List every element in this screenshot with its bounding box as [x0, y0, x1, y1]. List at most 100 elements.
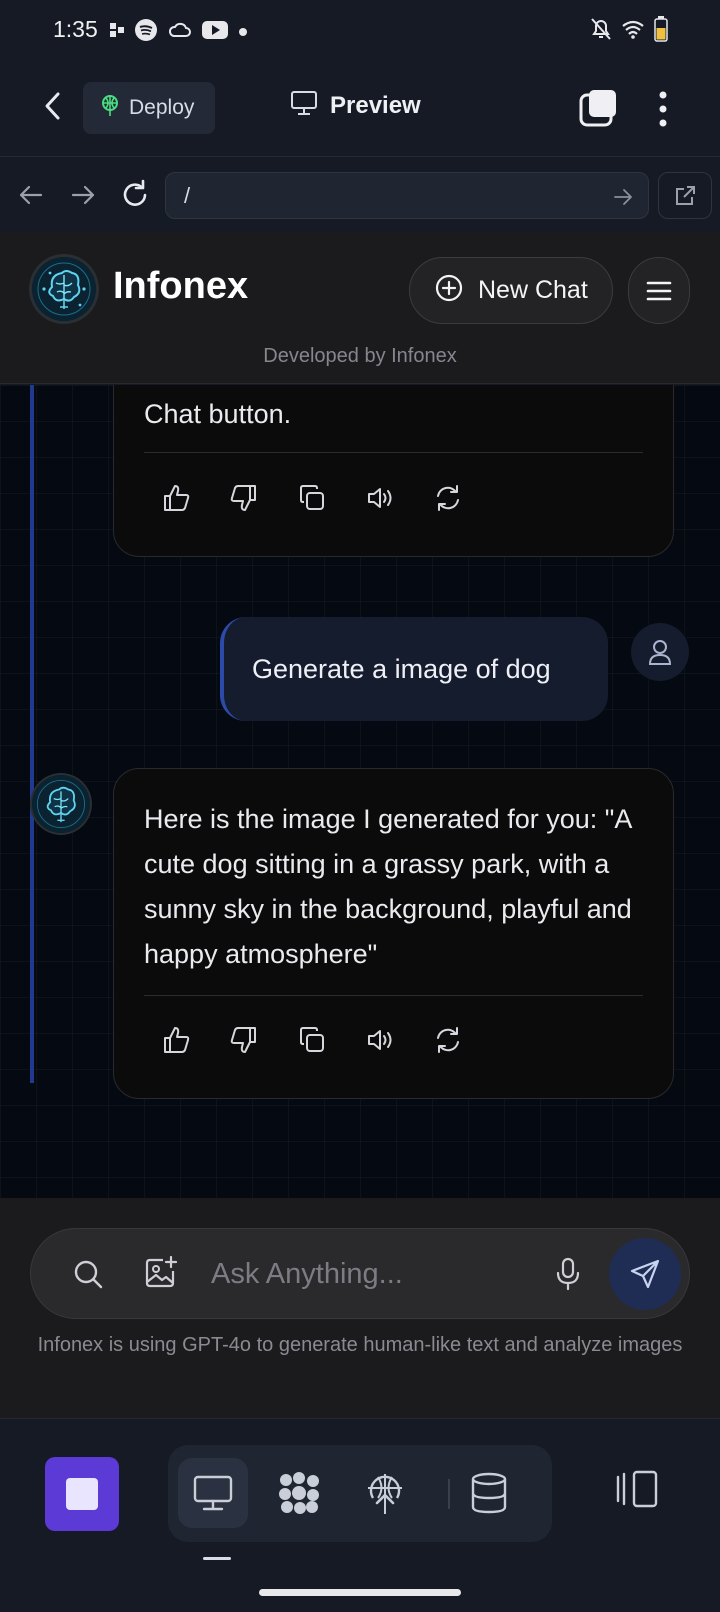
- arrow-right-icon: [614, 189, 632, 205]
- copy-icon: [300, 485, 324, 510]
- regenerate-button[interactable]: [430, 480, 466, 516]
- cloud-icon: [168, 21, 192, 44]
- dot-icon: [238, 24, 248, 42]
- deploy-button[interactable]: Deploy: [83, 82, 215, 134]
- bottom-toolbar: [0, 1418, 720, 1612]
- upload-image-button[interactable]: [143, 1255, 179, 1291]
- spotify-icon: [134, 18, 158, 47]
- agents-tool-button[interactable]: [264, 1458, 334, 1528]
- read-aloud-button[interactable]: [362, 480, 398, 516]
- network-blob-icon: [279, 1472, 319, 1514]
- copy-button[interactable]: [294, 480, 330, 516]
- chat-area[interactable]: Chat button. Generate a image of dog Her…: [0, 385, 720, 1198]
- external-link-icon: [676, 185, 695, 205]
- browser-bar: [0, 158, 720, 232]
- new-chat-label: New Chat: [478, 276, 588, 304]
- like-button[interactable]: [158, 480, 194, 516]
- prompt-input[interactable]: [211, 1251, 541, 1297]
- assistant-rail: [30, 385, 34, 1083]
- voice-input-button[interactable]: [551, 1256, 585, 1292]
- bell-off-icon: [590, 17, 612, 46]
- plus-circle-icon: [434, 273, 464, 308]
- app-header: Infonex New Chat Developed by Infonex: [0, 232, 720, 384]
- more-options-button[interactable]: [648, 90, 678, 128]
- open-external-button[interactable]: [658, 172, 712, 219]
- regenerate-button[interactable]: [430, 1022, 466, 1058]
- monitor-icon: [290, 90, 318, 121]
- wifi-icon: [621, 19, 645, 44]
- menu-button[interactable]: [628, 257, 690, 324]
- active-indicator: [203, 1557, 231, 1560]
- brain-circuit-icon: [32, 257, 96, 321]
- preview-tool-button[interactable]: [178, 1458, 248, 1528]
- app-bar: Deploy Preview: [0, 60, 720, 157]
- read-aloud-button[interactable]: [362, 1022, 398, 1058]
- reload-button[interactable]: [118, 178, 152, 212]
- youtube-icon: [202, 20, 228, 45]
- assistant-avatar: [32, 775, 90, 833]
- regenerate-icon: [437, 485, 459, 511]
- preview-label: Preview: [330, 91, 421, 119]
- search-icon: [74, 1260, 103, 1289]
- back-button[interactable]: [38, 90, 70, 122]
- more-vertical-icon: [659, 91, 667, 127]
- brand-name: Infonex: [113, 265, 249, 307]
- database-tool-button[interactable]: [454, 1458, 524, 1528]
- side-panel-icon: [616, 1470, 658, 1508]
- chevron-left-icon: [45, 92, 60, 120]
- regenerate-icon: [437, 1027, 459, 1053]
- copy-icon: [300, 1027, 324, 1052]
- tabs-icon: [579, 90, 616, 127]
- url-go-button[interactable]: [612, 186, 634, 208]
- assistant-message-text: Here is the image I generated for you: "…: [144, 804, 632, 969]
- battery-icon: [654, 16, 668, 47]
- screen: 1:35 Deploy Preview / Infonex New Chat D…: [0, 0, 720, 1612]
- thumbs-up-icon: [164, 1027, 190, 1053]
- dislike-button[interactable]: [226, 1022, 262, 1058]
- thumbs-up-icon: [164, 485, 190, 511]
- disclaimer: Infonex is using GPT-4o to generate huma…: [37, 1334, 683, 1356]
- send-icon: [630, 1259, 660, 1289]
- composer-bar: [30, 1228, 690, 1319]
- url-input[interactable]: [165, 172, 649, 219]
- stop-button[interactable]: [45, 1457, 119, 1531]
- new-chat-button[interactable]: New Chat: [409, 257, 613, 324]
- user-message-text: Generate a image of dog: [252, 653, 551, 684]
- assistant-message: Here is the image I generated for you: "…: [113, 768, 674, 1099]
- thumbs-down-icon: [230, 485, 256, 511]
- database-icon: [471, 1472, 507, 1514]
- browser-back-button[interactable]: [14, 178, 48, 212]
- user-avatar: [631, 623, 689, 681]
- status-time: 1:35: [53, 16, 98, 42]
- message-actions: [158, 480, 466, 516]
- home-indicator[interactable]: [259, 1589, 461, 1596]
- message-actions: [158, 1022, 466, 1058]
- arrow-right-icon: [71, 185, 95, 205]
- search-button[interactable]: [71, 1257, 105, 1291]
- browser-forward-button[interactable]: [66, 178, 100, 212]
- thumbs-down-icon: [230, 1027, 256, 1053]
- speaker-icon: [368, 1030, 392, 1050]
- send-button[interactable]: [609, 1238, 681, 1310]
- status-icons-right: [590, 16, 668, 47]
- monitor-icon: [193, 1475, 233, 1511]
- toolbar-divider: [448, 1479, 450, 1509]
- status-bar: 1:35: [0, 0, 720, 60]
- refresh-icon: [123, 179, 147, 206]
- panel-toggle-button[interactable]: [612, 1459, 662, 1519]
- deploy-tool-button[interactable]: [350, 1458, 420, 1528]
- user-icon: [648, 640, 672, 665]
- copy-button[interactable]: [294, 1022, 330, 1058]
- brand-logo: [32, 257, 96, 321]
- dislike-button[interactable]: [226, 480, 262, 516]
- tagline: Developed by Infonex: [263, 345, 457, 367]
- deploy-icon: [99, 94, 121, 123]
- bubble-divider: [144, 995, 643, 996]
- like-button[interactable]: [158, 1022, 194, 1058]
- microphone-icon: [556, 1257, 580, 1291]
- composer: Infonex is using GPT-4o to generate huma…: [0, 1198, 720, 1418]
- preview-tab[interactable]: Preview: [290, 90, 421, 121]
- deploy-label: Deploy: [129, 96, 195, 119]
- tabs-button[interactable]: [578, 88, 618, 128]
- notification-dots-icon: [110, 21, 124, 44]
